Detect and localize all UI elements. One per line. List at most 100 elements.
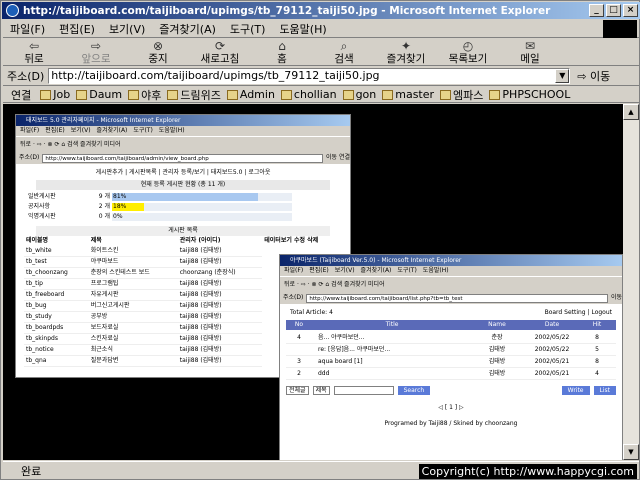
link-item[interactable]: 드림위즈 [164,87,223,102]
link-page-icon [128,89,140,100]
article-cell: 4 [297,334,301,341]
link-label: chollian [293,88,337,101]
table-cell: 야쿠마보드 [88,256,178,268]
minimize-button[interactable]: _ [589,4,604,17]
article-cell[interactable]: re: [응답]음... 야쿠마보던... [312,344,472,355]
table-cell: taiji88 (김태방) [177,322,263,334]
article-cell[interactable]: aqua board [1] [312,356,472,367]
inner-menu-item[interactable]: 도구(T) [133,127,158,134]
stat-count: 9 개 [98,193,110,200]
column-header: Name [488,321,506,328]
board-go-button[interactable]: 이동 [611,292,622,304]
forward-arrow-icon: ⇨ [90,39,102,53]
admin-address-label: 주소(D) [19,154,40,161]
article-cell[interactable]: ddd [312,368,472,379]
menu-help[interactable]: 도움말(H) [272,21,333,37]
inner-menu-item[interactable]: 도움말(H) [159,127,191,134]
browser-window: http://taijiboard.com/taijiboard/upimgs/… [0,0,640,480]
search-input[interactable] [333,386,394,395]
vertical-scrollbar[interactable]: ▲ ▼ [623,104,639,460]
article-row[interactable]: 4 음... 야쿠마보던... 춘장 2002/05/22 8 [286,332,616,344]
inner-menu-item[interactable]: 즐겨찾기(A) [361,267,398,274]
toolbar-button-3[interactable]: ⟳ 새로고침 [189,39,251,65]
link-item[interactable]: master [379,88,437,101]
admin-nav[interactable]: 게시판추가 | 게시판목록 | 관리자 등록/보기 | 태지보드5.0 | 로그… [16,164,350,178]
inner-menu-item[interactable]: 파일(F) [284,267,309,274]
link-item[interactable]: PHPSCHOOL [486,88,573,101]
table-cell: taiji88 (김태방) [177,355,263,367]
inner-menu-item[interactable]: 보기(V) [335,267,361,274]
article-cell[interactable]: 음... 야쿠마보던... [312,332,472,343]
admin-go-button[interactable]: 이동 [326,152,337,164]
address-input[interactable]: http://taijiboard.com/taijiboard/upimgs/… [48,67,571,84]
toolbar-button-7[interactable]: ◴ 목록보기 [437,39,499,65]
address-bar: 주소(D) http://taijiboard.com/taijiboard/u… [3,66,639,86]
article-cell: 김태방 [488,358,506,365]
inner-menu-item[interactable]: 파일(F) [20,127,45,134]
table-cell: 보드자료실 [88,322,178,334]
admin-address-input[interactable]: http://www.taijiboard.com/taijiboard/adm… [42,153,323,163]
inner-menu-item[interactable]: 즐겨찾기(A) [97,127,134,134]
board-stats: 일반게시판 9 개 81% 공지사항 2 개 18% 익명게시판 0 개 0% [16,192,350,222]
toolbar-button-6[interactable]: ✦ 즐겨찾기 [375,39,437,65]
menu-favorites[interactable]: 즐겨찾기(A) [152,21,223,37]
search-scope-select[interactable]: 전체글 [286,386,309,395]
toolbar-label: 새로고침 [200,53,240,65]
article-cell: 춘장 [491,334,503,341]
pagination[interactable]: ◁ [ 1 ] ▷ [280,403,622,413]
stat-count: 0 개 [98,213,110,220]
toolbar-button-8[interactable]: ✉ 메일 [499,39,561,65]
scroll-up-button[interactable]: ▲ [623,104,639,120]
inner-menu-item[interactable]: 도구(T) [397,267,422,274]
board-links[interactable]: Board Setting | Logout [545,308,612,318]
toolbar-button-0[interactable]: ⇦ 뒤로 [3,39,65,65]
menu-file[interactable]: 파일(F) [3,21,52,37]
address-dropdown-button[interactable]: ▼ [555,68,570,83]
inner-menu-item[interactable]: 도움말(H) [423,267,455,274]
link-item[interactable]: Daum [73,88,125,101]
article-cell: 8 [595,334,599,341]
go-button[interactable]: ⇨ 이동 [577,68,610,84]
address-label: 주소(D) [7,69,45,83]
board-title-text: 야쿠마보드 (Taijiboard Ver.5.0) - Microsoft I… [290,257,462,264]
close-button[interactable]: × [623,4,638,17]
board-toolbar[interactable]: 뒤로 · ⇨ · ⊗ ⟳ ⌂ 검색 즐겨찾기 미디어 [280,276,622,292]
history-icon: ◴ [462,39,474,53]
admin-toolbar[interactable]: 뒤로 · ⇨ · ⊗ ⟳ ⌂ 검색 즐겨찾기 미디어 [16,136,350,152]
search-field-select[interactable]: 제목 [312,386,330,395]
link-label: 드림위즈 [180,88,221,102]
inner-menu-item[interactable]: 편집(E) [309,267,335,274]
board-address-input[interactable]: http://www.taijiboard.com/taijiboard/lis… [306,293,608,303]
article-cell [286,344,312,355]
link-item[interactable]: 엠파스 [437,87,486,102]
menu-tools[interactable]: 도구(T) [223,21,273,37]
article-table-header: No Title Name Date Hit [286,320,616,330]
search-button[interactable]: Search [397,386,431,395]
table-cell: 화이트스킨 [88,246,178,257]
article-row[interactable]: re: [응답]음... 야쿠마보던... 김태방 2002/05/22 5 [286,344,616,356]
toolbar-label: 검색 [334,53,354,65]
toolbar-button-5[interactable]: ⌕ 검색 [313,39,375,65]
link-item[interactable]: chollian [278,88,340,101]
link-item[interactable]: Admin [224,88,278,101]
link-item[interactable]: Job [37,88,73,101]
link-page-icon [489,89,501,100]
link-item[interactable]: gon [340,88,380,101]
inner-menu-item[interactable]: 편집(E) [45,127,71,134]
list-button[interactable]: List [593,386,616,395]
write-button[interactable]: Write [561,386,590,395]
admin-links-label: 연결 [338,154,350,161]
favorites-icon: ✦ [400,39,412,53]
menu-edit[interactable]: 편집(E) [52,21,102,37]
article-row[interactable]: 3 aqua board [1] 김태방 2002/05/21 8 [286,356,616,368]
inner-menu-item[interactable]: 보기(V) [71,127,97,134]
article-row[interactable]: 2 ddd 김태방 2002/05/21 4 [286,368,616,380]
menu-view[interactable]: 보기(V) [102,21,152,37]
link-item[interactable]: 야후 [125,87,164,102]
toolbar-button-2[interactable]: ⊗ 중지 [127,39,189,65]
scroll-down-button[interactable]: ▼ [623,444,639,460]
maximize-button[interactable]: □ [606,4,621,17]
toolbar-button-4[interactable]: ⌂ 홈 [251,39,313,65]
toolbar-button-1[interactable]: ⇨ 앞으로 [65,39,127,65]
window-controls: _ □ × [589,4,638,17]
